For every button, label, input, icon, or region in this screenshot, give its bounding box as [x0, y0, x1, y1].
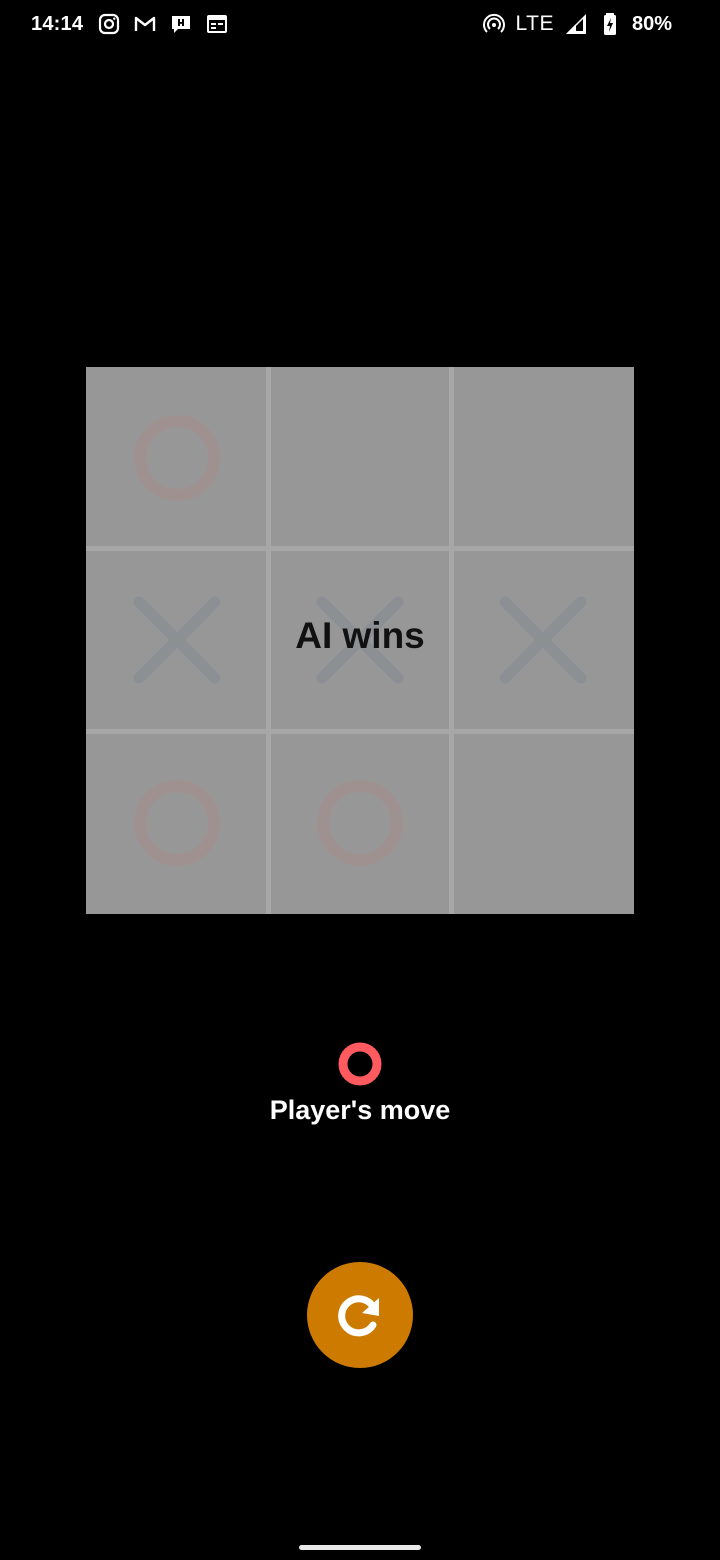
hotspot-icon [482, 13, 505, 33]
home-indicator[interactable] [299, 1545, 421, 1550]
battery-charging-icon [603, 13, 616, 35]
signal-icon [565, 14, 586, 34]
x-mark-icon [316, 596, 404, 684]
cell-4[interactable] [269, 549, 452, 731]
status-right: LTE 80% [482, 12, 672, 36]
cell-6[interactable] [86, 732, 269, 914]
calendar-icon [207, 15, 228, 33]
cell-2[interactable] [451, 367, 634, 549]
battery-percent: 80% [631, 12, 672, 35]
x-mark-icon [133, 596, 221, 684]
o-mark-icon [134, 779, 221, 866]
cell-3[interactable] [86, 549, 269, 731]
status-time: 14:14 [31, 12, 84, 35]
o-mark-icon [316, 779, 403, 866]
cell-1[interactable] [269, 367, 452, 549]
status-bar: 14:14 LTE 80% [0, 0, 720, 54]
turn-label: Player's move [269, 1095, 451, 1125]
cell-8[interactable] [451, 732, 634, 914]
grid-line-vertical-2 [449, 367, 454, 914]
o-mark-icon [338, 1042, 382, 1086]
cell-0[interactable] [86, 367, 269, 549]
instagram-icon [99, 13, 120, 35]
cell-5[interactable] [451, 549, 634, 731]
gmail-icon [134, 16, 156, 31]
chat-icon [172, 16, 191, 33]
refresh-icon [338, 1295, 379, 1337]
restart-button[interactable] [307, 1262, 413, 1368]
grid-line-horizontal-1 [86, 546, 634, 551]
grid-line-vertical-1 [266, 367, 271, 914]
grid-line-horizontal-2 [86, 729, 634, 734]
x-mark-icon [499, 596, 587, 684]
board-grid [86, 367, 634, 914]
game-board: AI wins [86, 367, 634, 914]
o-mark-icon [134, 415, 221, 502]
status-left: 14:14 [31, 12, 229, 36]
cell-7[interactable] [269, 732, 452, 914]
network-type: LTE [515, 12, 554, 35]
